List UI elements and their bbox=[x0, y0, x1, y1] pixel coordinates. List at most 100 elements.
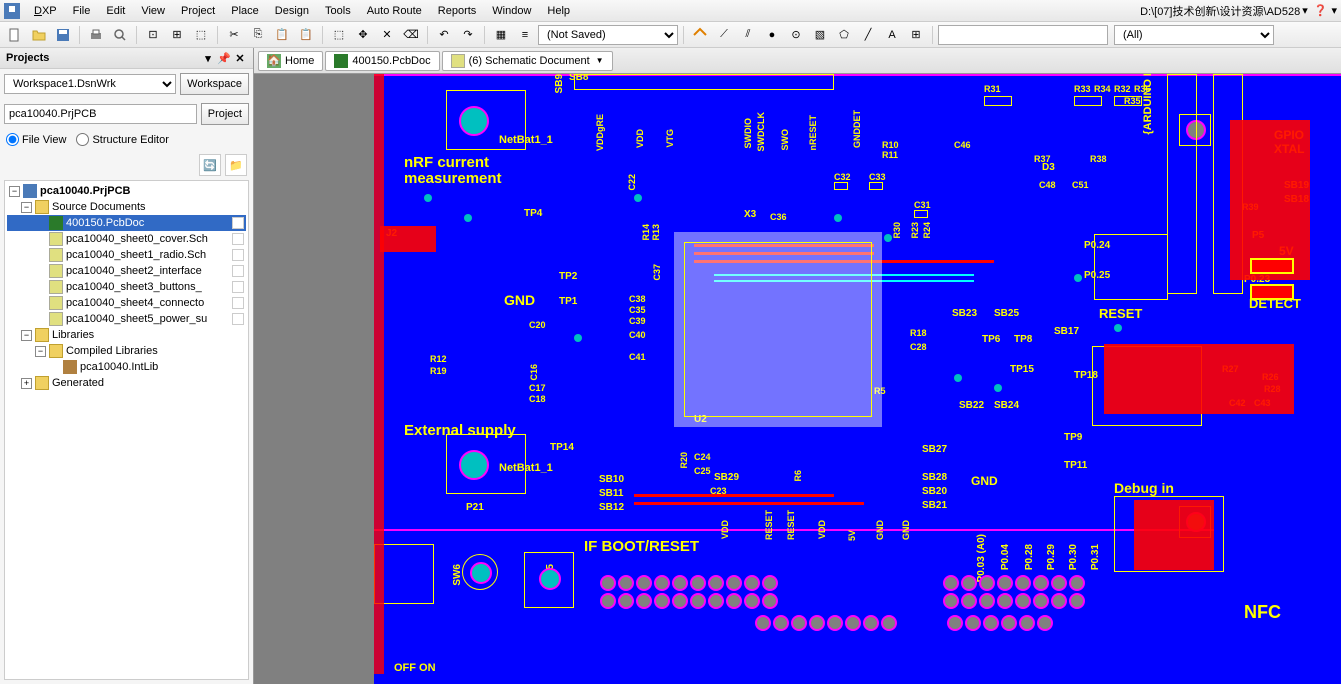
move-icon[interactable]: ✥ bbox=[352, 24, 374, 46]
tab-home[interactable]: 🏠Home bbox=[258, 51, 323, 71]
ref-c25: C25 bbox=[694, 466, 711, 476]
help-icon[interactable]: ❓ bbox=[1314, 4, 1328, 17]
ref-r24: R24 bbox=[922, 222, 932, 239]
line-icon[interactable]: ╱ bbox=[857, 24, 879, 46]
menu-window[interactable]: Window bbox=[484, 2, 539, 20]
sig-vdd: VDD bbox=[635, 129, 645, 148]
ref-c35: C35 bbox=[629, 305, 646, 315]
chevron-down-icon[interactable]: ▾ bbox=[1331, 4, 1337, 17]
clear-icon[interactable]: ⌫ bbox=[400, 24, 422, 46]
deselect-icon[interactable]: ✕ bbox=[376, 24, 398, 46]
panel-title: Projects bbox=[6, 52, 49, 64]
workspace-select[interactable]: Workspace1.DsnWrk bbox=[4, 74, 176, 94]
tab-dropdown-icon[interactable]: ▼ bbox=[596, 56, 604, 65]
pad-p22-1 bbox=[459, 106, 489, 136]
breadcrumb-dropdown-icon[interactable]: ▾ bbox=[1302, 4, 1308, 17]
arduino-header bbox=[1167, 74, 1197, 294]
tree-pcbdoc[interactable]: 400150.PcbDoc bbox=[7, 215, 246, 231]
paste-icon[interactable]: 📋 bbox=[271, 24, 293, 46]
ref-r33: R33 bbox=[1074, 84, 1091, 94]
silk-nrf-current: nRF current bbox=[404, 154, 489, 171]
refresh-icon[interactable]: 🔄 bbox=[199, 154, 221, 176]
redo-icon[interactable]: ↷ bbox=[457, 24, 479, 46]
menu-edit[interactable]: Edit bbox=[98, 2, 133, 20]
panel-pin-icon[interactable]: 📌 bbox=[217, 51, 231, 65]
array-icon[interactable]: ⊞ bbox=[905, 24, 927, 46]
menu-tools[interactable]: Tools bbox=[317, 2, 359, 20]
tree-sheet3[interactable]: pca10040_sheet3_buttons_ bbox=[7, 279, 246, 295]
tree-sheet4[interactable]: pca10040_sheet4_connecto bbox=[7, 295, 246, 311]
save-icon[interactable] bbox=[52, 24, 74, 46]
string-icon[interactable]: A bbox=[881, 24, 903, 46]
tree-compiled-libs[interactable]: −Compiled Libraries bbox=[7, 343, 246, 359]
filter-scope-select[interactable]: (All) bbox=[1114, 25, 1274, 45]
ref-r14: R14 bbox=[641, 224, 651, 241]
saved-views-select[interactable]: (Not Saved) bbox=[538, 25, 678, 45]
file-view-radio[interactable]: File View bbox=[6, 133, 66, 146]
pcb-canvas[interactable]: nRF current measurement External supply … bbox=[254, 74, 1341, 684]
menu-dxp[interactable]: DXP bbox=[26, 2, 65, 20]
sig-gnd: GND bbox=[875, 520, 885, 540]
component-filter-input[interactable] bbox=[938, 25, 1108, 45]
grid-icon[interactable]: ▦ bbox=[490, 24, 512, 46]
tree-sheet1[interactable]: pca10040_sheet1_radio.Sch bbox=[7, 247, 246, 263]
menu-file[interactable]: File bbox=[65, 2, 99, 20]
paste-special-icon[interactable]: 📋 bbox=[295, 24, 317, 46]
ref-sb23: SB23 bbox=[952, 308, 977, 319]
tree-sheet5[interactable]: pca10040_sheet5_power_su bbox=[7, 311, 246, 327]
tree-generated[interactable]: +Generated bbox=[7, 375, 246, 391]
menubar: DXP File Edit View Project Place Design … bbox=[0, 0, 1341, 22]
ref-tp11: TP11 bbox=[1064, 460, 1087, 471]
undo-icon[interactable]: ↶ bbox=[433, 24, 455, 46]
menu-project[interactable]: Project bbox=[173, 2, 223, 20]
tree-project-root[interactable]: −pca10040.PrjPCB bbox=[7, 183, 246, 199]
ref-c31: C31 bbox=[914, 200, 931, 210]
new-doc-icon[interactable] bbox=[4, 24, 26, 46]
fill-icon[interactable]: ▧ bbox=[809, 24, 831, 46]
ref-tp14: TP14 bbox=[550, 442, 574, 453]
tab-schematic[interactable]: (6) Schematic Document▼ bbox=[442, 51, 613, 71]
tab-pcbdoc[interactable]: 400150.PcbDoc bbox=[325, 51, 439, 71]
polygon-icon[interactable]: ⬠ bbox=[833, 24, 855, 46]
pad-icon[interactable]: ⊙ bbox=[785, 24, 807, 46]
tree-sheet0[interactable]: pca10040_sheet0_cover.Sch bbox=[7, 231, 246, 247]
workspace-button[interactable]: Workspace bbox=[180, 73, 249, 95]
copy-icon[interactable]: ⎘ bbox=[247, 24, 269, 46]
zoom-fit-icon[interactable]: ⊡ bbox=[142, 24, 164, 46]
tree-libraries[interactable]: −Libraries bbox=[7, 327, 246, 343]
project-button[interactable]: Project bbox=[201, 103, 249, 125]
select-icon[interactable]: ⬚ bbox=[328, 24, 350, 46]
menu-place[interactable]: Place bbox=[223, 2, 267, 20]
structure-editor-radio[interactable]: Structure Editor bbox=[76, 133, 168, 146]
menu-help[interactable]: Help bbox=[539, 2, 578, 20]
menu-view[interactable]: View bbox=[133, 2, 173, 20]
doc-status-icon bbox=[232, 281, 244, 293]
panel-menu-icon[interactable]: ▾ bbox=[201, 51, 215, 65]
tree-intlib[interactable]: pca10040.IntLib bbox=[7, 359, 246, 375]
print-icon[interactable] bbox=[85, 24, 107, 46]
route-icon[interactable] bbox=[689, 24, 711, 46]
ref-r31: R31 bbox=[984, 84, 1001, 94]
diff-pair-icon[interactable]: ⫽ bbox=[737, 24, 759, 46]
settings-icon[interactable]: 📁 bbox=[225, 154, 247, 176]
open-icon[interactable] bbox=[28, 24, 50, 46]
layers-icon[interactable]: ≡ bbox=[514, 24, 536, 46]
project-input[interactable] bbox=[4, 104, 197, 124]
tree-sheet2[interactable]: pca10040_sheet2_interface bbox=[7, 263, 246, 279]
menu-reports[interactable]: Reports bbox=[430, 2, 485, 20]
ref-tp1: TP1 bbox=[559, 296, 577, 307]
menu-autoroute[interactable]: Auto Route bbox=[359, 2, 430, 20]
panel-close-icon[interactable]: ✕ bbox=[233, 51, 247, 65]
sig-reset2: RESET bbox=[786, 510, 796, 540]
via-icon[interactable]: ● bbox=[761, 24, 783, 46]
zoom-area-icon[interactable]: ⊞ bbox=[166, 24, 188, 46]
tree-source-documents[interactable]: −Source Documents bbox=[7, 199, 246, 215]
zoom-select-icon[interactable]: ⬚ bbox=[190, 24, 212, 46]
interactive-route-icon[interactable]: ⟋ bbox=[713, 24, 735, 46]
cut-icon[interactable]: ✂ bbox=[223, 24, 245, 46]
silk-p030: P0.30 bbox=[1068, 544, 1079, 570]
ref-r18: R18 bbox=[910, 328, 927, 338]
project-tree[interactable]: −pca10040.PrjPCB −Source Documents 40015… bbox=[4, 180, 249, 680]
menu-design[interactable]: Design bbox=[267, 2, 317, 20]
preview-icon[interactable] bbox=[109, 24, 131, 46]
